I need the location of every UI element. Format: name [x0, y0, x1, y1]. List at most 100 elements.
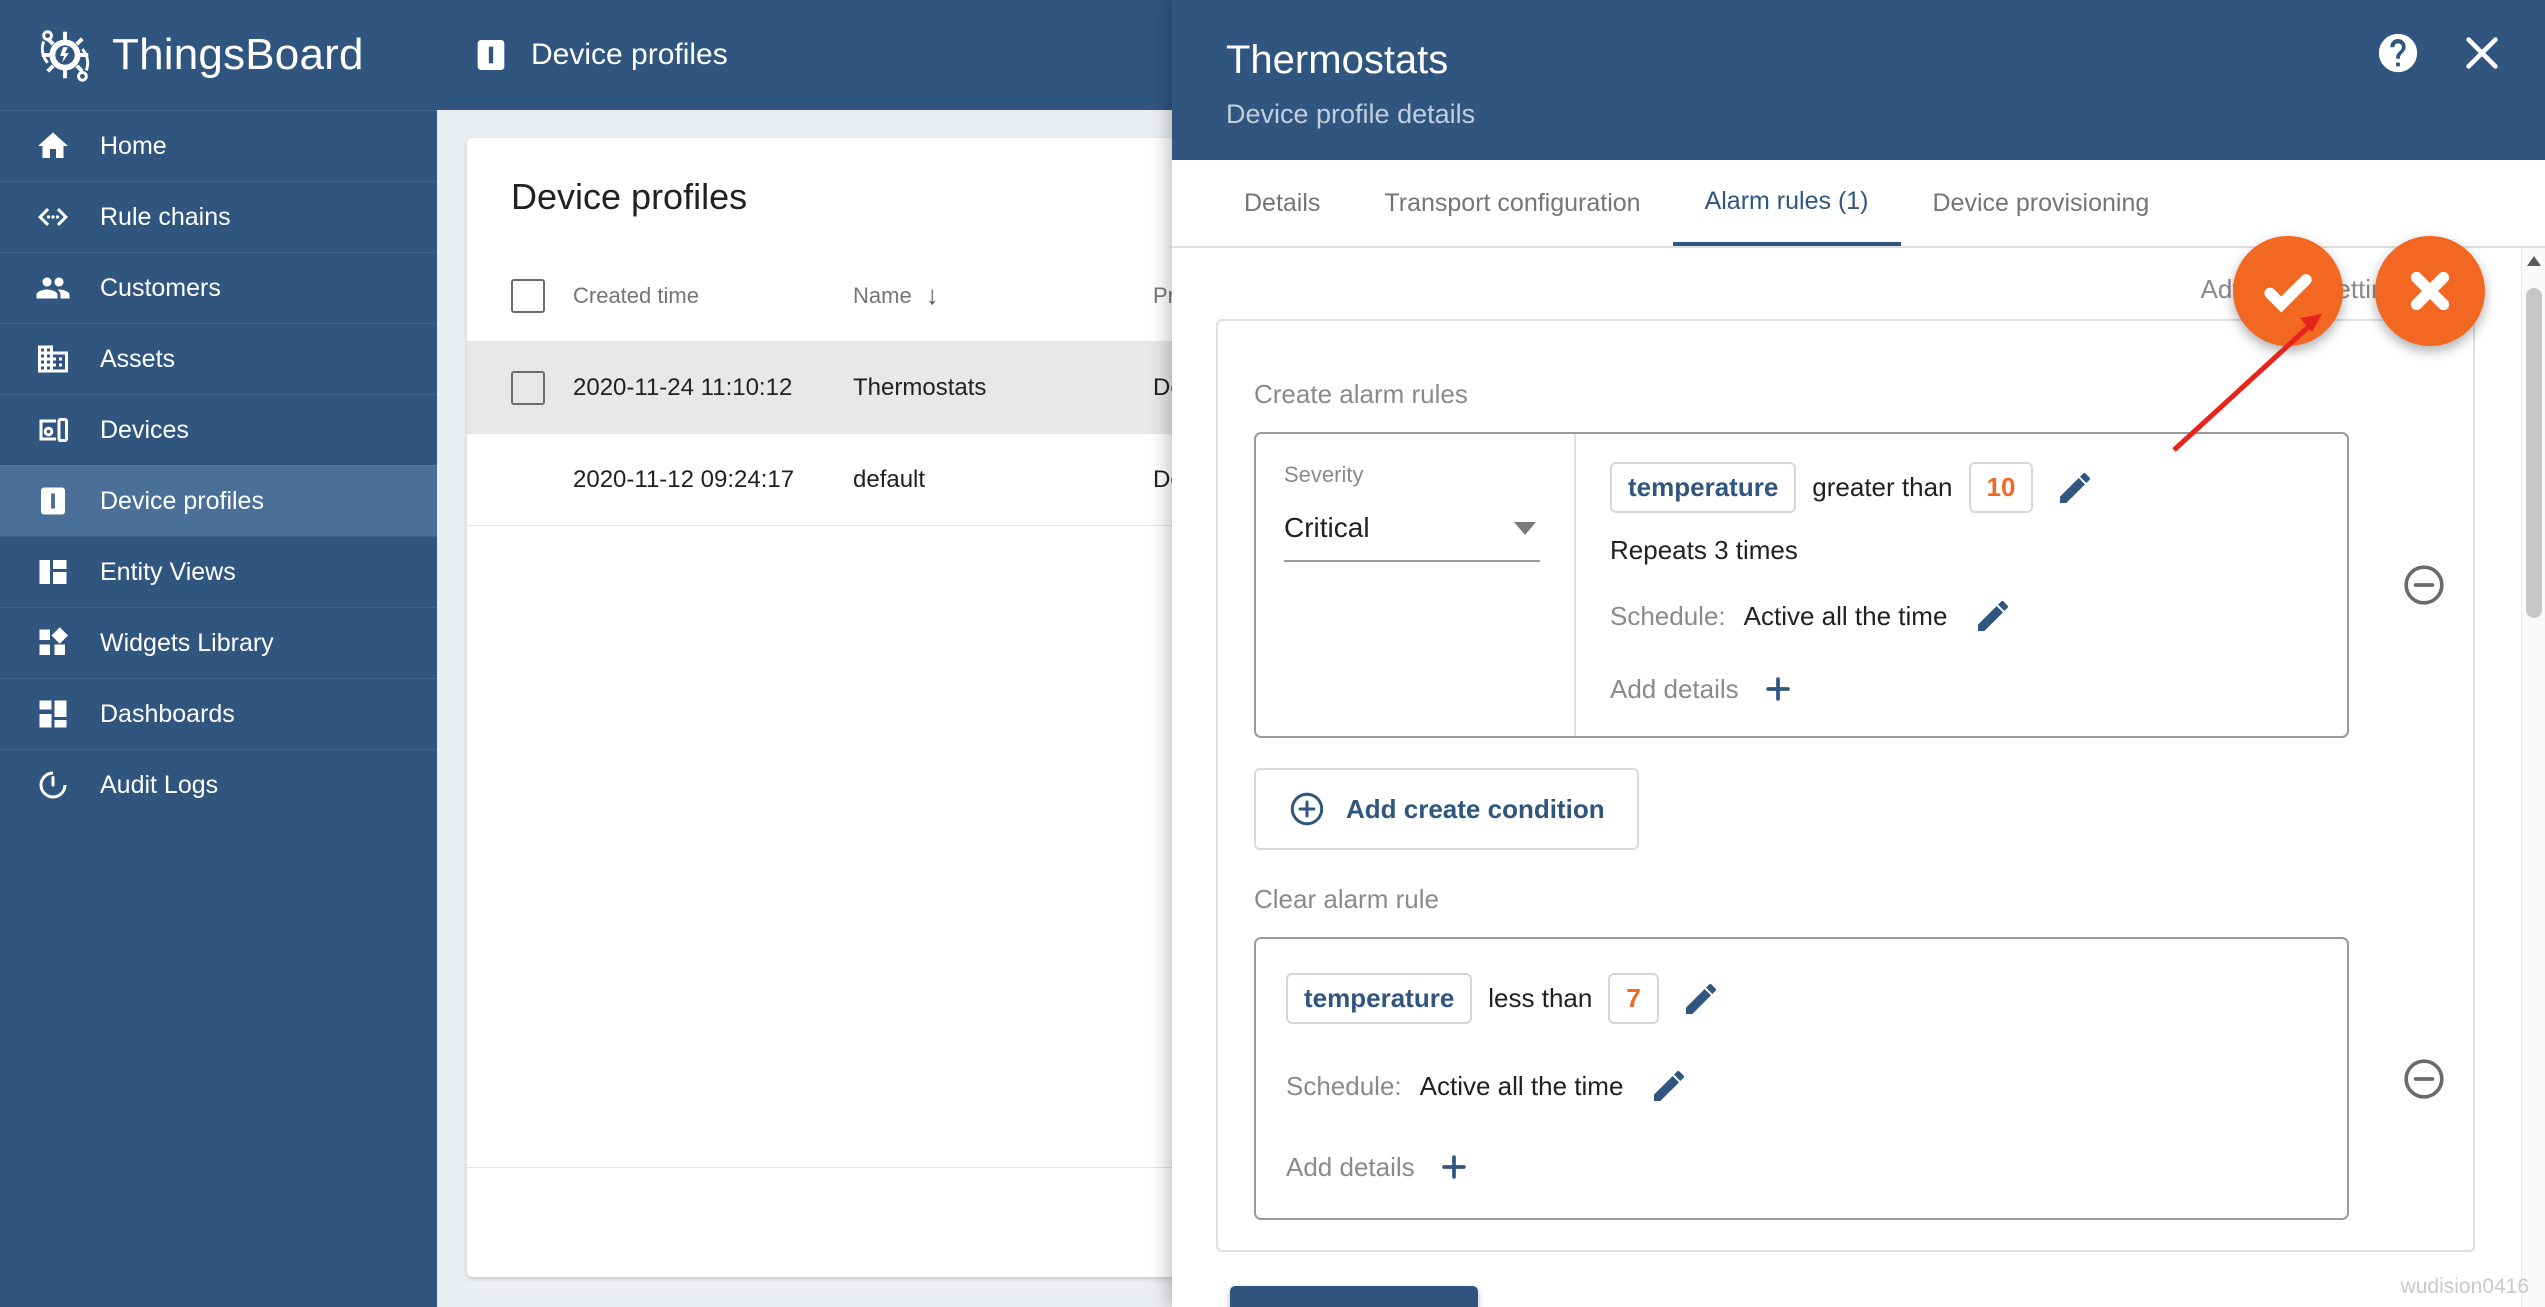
add-details-label: Add details: [1286, 1152, 1415, 1183]
sidebar-item-devices[interactable]: Devices: [0, 394, 437, 465]
clear-alarm-rule-label: Clear alarm rule: [1254, 884, 2447, 915]
condition-expression: temperature greater than 10: [1610, 462, 2319, 513]
schedule-label: Schedule:: [1286, 1071, 1402, 1102]
scroll-up-arrow-icon[interactable]: [2527, 256, 2541, 266]
tab-transport-configuration[interactable]: Transport configuration: [1352, 160, 1672, 246]
sidebar-item-rule-chains[interactable]: Rule chains: [0, 181, 437, 252]
sidebar-item-label: Rule chains: [100, 203, 231, 232]
audit-logs-icon: [34, 766, 72, 804]
home-icon: [34, 127, 72, 165]
sidebar-item-customers[interactable]: Customers: [0, 252, 437, 323]
schedule-row: Schedule: Active all the time: [1610, 596, 2319, 636]
cell-name: default: [853, 466, 1153, 494]
alarm-rules-content: Advanced settings Create alarm rules Sev…: [1172, 248, 2545, 1307]
condition-value-chip[interactable]: 10: [1969, 462, 2034, 513]
pencil-icon[interactable]: [1973, 596, 2013, 636]
widgets-library-icon: [34, 624, 72, 662]
plus-icon: [1437, 1150, 1471, 1184]
sidebar-item-label: Assets: [100, 345, 175, 374]
panel-scrollbar[interactable]: [2521, 248, 2545, 1307]
column-header-name[interactable]: Name ↓: [853, 280, 1153, 311]
panel-title: Thermostats: [1226, 38, 2499, 83]
device-profiles-icon: [34, 482, 72, 520]
add-alarm-rule-button[interactable]: Add alarm rule: [1230, 1286, 1478, 1307]
condition-operator: greater than: [1796, 472, 1968, 503]
thingsboard-logo-icon: [34, 24, 96, 86]
sidebar-item-label: Devices: [100, 416, 189, 445]
schedule-value: Active all the time: [1744, 601, 1948, 632]
panel-header: Thermostats Device profile details: [1172, 0, 2545, 160]
entity-views-icon: [34, 553, 72, 591]
repeats-text: Repeats 3 times: [1610, 535, 2319, 566]
scrollbar-thumb[interactable]: [2526, 288, 2542, 618]
device-profiles-icon: [471, 35, 511, 75]
panel-floating-actions: [2233, 236, 2485, 346]
pencil-icon[interactable]: [1649, 1066, 1689, 1106]
sidebar-item-dashboards[interactable]: Dashboards: [0, 678, 437, 749]
panel-header-actions: [2375, 30, 2505, 76]
column-header-created-time[interactable]: Created time: [573, 283, 853, 309]
check-icon: [2261, 264, 2315, 318]
condition-key-chip[interactable]: temperature: [1286, 973, 1472, 1024]
column-header-name-label: Name: [853, 283, 912, 309]
close-icon[interactable]: [2459, 30, 2505, 76]
schedule-label: Schedule:: [1610, 601, 1726, 632]
condition-operator: less than: [1472, 983, 1608, 1014]
close-icon: [2403, 264, 2457, 318]
condition-key-chip[interactable]: temperature: [1610, 462, 1796, 513]
tab-details[interactable]: Details: [1212, 160, 1352, 246]
tab-alarm-rules[interactable]: Alarm rules (1): [1673, 160, 1901, 246]
sidebar-item-device-profiles[interactable]: Device profiles: [0, 465, 437, 536]
pencil-icon[interactable]: [1681, 979, 1721, 1019]
clear-condition-expression: temperature less than 7: [1286, 973, 2319, 1024]
sidebar-item-audit-logs[interactable]: Audit Logs: [0, 749, 437, 820]
sidebar-item-label: Entity Views: [100, 558, 236, 587]
sidebar-item-label: Dashboards: [100, 700, 235, 729]
cell-created-time: 2020-11-12 09:24:17: [573, 466, 853, 494]
pencil-icon[interactable]: [2055, 468, 2095, 508]
clear-alarm-rule-row: temperature less than 7 Schedule: A: [1240, 937, 2447, 1220]
main-region: Device profiles tenant@thingsboard.org T…: [437, 0, 2545, 1307]
remove-circle-icon[interactable]: [2401, 1056, 2447, 1102]
sidebar-item-home[interactable]: Home: [0, 110, 437, 181]
add-create-condition-button[interactable]: Add create condition: [1254, 768, 1639, 850]
sidebar-item-widgets-library[interactable]: Widgets Library: [0, 607, 437, 678]
alarm-rule-group: Create alarm rules Severity Critical: [1216, 319, 2475, 1252]
customers-icon: [34, 269, 72, 307]
brand-logo[interactable]: ThingsBoard: [0, 0, 437, 110]
add-details-button[interactable]: Add details: [1610, 672, 2319, 706]
panel-subtitle: Device profile details: [1226, 99, 2499, 130]
apply-button[interactable]: [2233, 236, 2343, 346]
sidebar: ThingsBoard Home Rule chains Customers: [0, 0, 437, 1307]
plus-circle-icon: [1288, 790, 1326, 828]
panel-body: Advanced settings Create alarm rules Sev…: [1172, 248, 2545, 1307]
breadcrumb[interactable]: Device profiles: [471, 35, 728, 75]
create-alarm-rule-card: Severity Critical temperature: [1254, 432, 2349, 738]
severity-select[interactable]: Critical: [1284, 500, 1540, 562]
tab-device-provisioning[interactable]: Device provisioning: [1901, 160, 2182, 246]
sort-descending-icon: ↓: [926, 280, 939, 311]
brand-name: ThingsBoard: [112, 30, 364, 80]
remove-circle-icon[interactable]: [2401, 562, 2447, 608]
create-condition-block: temperature greater than 10 Repeats 3 ti…: [1576, 434, 2347, 736]
add-details-button[interactable]: Add details: [1286, 1150, 2319, 1184]
cell-name: Thermostats: [853, 374, 1153, 402]
add-details-label: Add details: [1610, 674, 1739, 705]
sidebar-item-entity-views[interactable]: Entity Views: [0, 536, 437, 607]
clear-alarm-rule-card: temperature less than 7 Schedule: A: [1254, 937, 2349, 1220]
row-checkbox[interactable]: [511, 371, 545, 405]
select-all-checkbox[interactable]: [511, 279, 545, 313]
schedule-value: Active all the time: [1420, 1071, 1624, 1102]
devices-icon: [34, 411, 72, 449]
cancel-button[interactable]: [2375, 236, 2485, 346]
assets-icon: [34, 340, 72, 378]
sidebar-item-assets[interactable]: Assets: [0, 323, 437, 394]
help-circle-icon[interactable]: [2375, 30, 2421, 76]
breadcrumb-label: Device profiles: [531, 38, 728, 72]
watermark: wudision0416: [2401, 1275, 2529, 1299]
plus-icon: [1761, 672, 1795, 706]
sidebar-item-label: Device profiles: [100, 487, 264, 516]
condition-value-chip[interactable]: 7: [1608, 973, 1658, 1024]
rule-chains-icon: [34, 198, 72, 236]
dashboards-icon: [34, 695, 72, 733]
